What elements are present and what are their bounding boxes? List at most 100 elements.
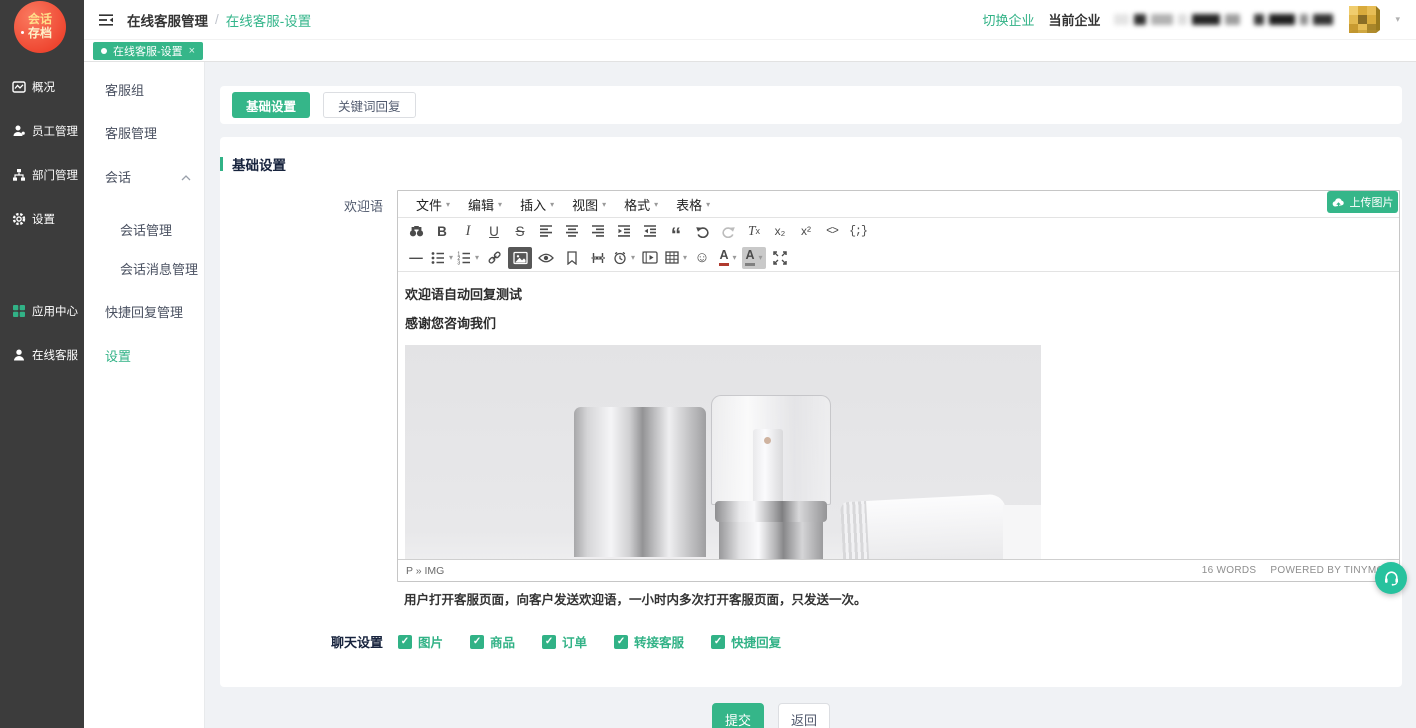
menu-view[interactable]: 视图 (563, 195, 615, 214)
open-page-tab[interactable]: 在线客服-设置 (93, 42, 203, 60)
primary-sidebar: 会话 存档 概况 员工管理 部门管理 设置 应用中心 在线客服 (0, 0, 84, 728)
submenu-item-service-management[interactable]: 客服管理 (105, 125, 157, 143)
media-icon (642, 251, 658, 264)
indent-button[interactable] (638, 220, 662, 242)
submenu-item-settings[interactable]: 设置 (105, 348, 131, 366)
strikethrough-button[interactable]: S (508, 220, 532, 242)
welcome-text-line[interactable]: 感谢您咨询我们 (405, 313, 1399, 332)
image-icon (513, 251, 528, 265)
image-button[interactable] (508, 247, 532, 269)
page-break-button[interactable] (586, 247, 610, 269)
fullscreen-button[interactable] (768, 247, 792, 269)
switch-company-link[interactable]: 切换企业 (982, 10, 1034, 29)
user-menu-caret-icon[interactable]: ▾ (1395, 14, 1400, 25)
cosmetic-tube (840, 494, 1009, 559)
chat-option-label: 图片 (418, 632, 443, 651)
find-replace-button[interactable] (404, 220, 428, 242)
sidebar-item-label: 员工管理 (32, 123, 78, 139)
underline-button[interactable]: U (482, 220, 506, 242)
welcome-message-image[interactable] (405, 345, 1041, 559)
welcome-text-line[interactable]: 欢迎语自动回复测试 (405, 284, 1399, 303)
sidebar-item-settings[interactable]: 设置 (0, 209, 84, 229)
clear-formatting-t: T (748, 223, 756, 239)
checkbox-checked-icon[interactable] (711, 635, 725, 649)
outdent-button[interactable] (612, 220, 636, 242)
cosmetic-box (1003, 505, 1041, 559)
link-button[interactable] (482, 247, 506, 269)
subscript-button[interactable]: x₂ (768, 220, 792, 242)
submenu-item-service-groups[interactable]: 客服组 (105, 82, 144, 100)
bullet-list-button[interactable] (430, 247, 454, 269)
checkbox-checked-icon[interactable] (542, 635, 556, 649)
collapse-sidebar-icon[interactable] (98, 13, 114, 27)
text-color-button[interactable]: A (716, 247, 740, 269)
blockquote-button[interactable]: “ (664, 220, 688, 242)
chat-option-transfer[interactable]: 转接客服 (614, 632, 684, 651)
submenu-item-quick-reply-management[interactable]: 快捷回复管理 (105, 304, 183, 322)
tinymce-branding[interactable]: POWERED BY TINYMCE (1270, 565, 1391, 576)
chevron-up-icon[interactable] (181, 175, 191, 181)
submenu-item-session-message-management[interactable]: 会话消息管理 (120, 261, 198, 279)
tab-keyword-reply[interactable]: 关键词回复 (323, 92, 416, 118)
sidebar-item-app-center[interactable]: 应用中心 (0, 301, 84, 321)
menu-table[interactable]: 表格 (667, 195, 719, 214)
submit-button[interactable]: 提交 (712, 703, 764, 728)
breadcrumb-root[interactable]: 在线客服管理 (127, 10, 208, 30)
checkbox-checked-icon[interactable] (398, 635, 412, 649)
align-center-button[interactable] (560, 220, 584, 242)
background-color-button[interactable]: A (742, 247, 766, 269)
sidebar-item-departments[interactable]: 部门管理 (0, 165, 84, 185)
code-button[interactable]: <> (820, 220, 844, 242)
tab-close-icon[interactable] (189, 45, 195, 57)
employees-icon (12, 124, 26, 138)
table-button[interactable] (664, 247, 688, 269)
align-right-button[interactable] (586, 220, 610, 242)
secondary-sidebar: 客服组 客服管理 会话 会话管理 会话消息管理 快捷回复管理 设置 (84, 62, 205, 728)
checkbox-checked-icon[interactable] (614, 635, 628, 649)
submenu-item-sessions[interactable]: 会话 (105, 169, 131, 187)
sidebar-item-online-service[interactable]: 在线客服 (0, 345, 84, 365)
sidebar-item-overview[interactable]: 概况 (0, 77, 84, 97)
chat-option-quick-reply[interactable]: 快捷回复 (711, 632, 781, 651)
sidebar-item-label: 概况 (32, 79, 55, 95)
chat-option-label: 订单 (562, 632, 587, 651)
bold-button[interactable]: B (430, 220, 454, 242)
checkbox-checked-icon[interactable] (470, 635, 484, 649)
insert-datetime-button[interactable] (612, 247, 636, 269)
align-left-button[interactable] (534, 220, 558, 242)
submenu-item-session-management[interactable]: 会话管理 (120, 222, 172, 240)
emoticons-button[interactable]: ☺ (690, 247, 714, 269)
code-sample-button[interactable]: {;} (846, 220, 870, 242)
chat-option-order[interactable]: 订单 (542, 632, 587, 651)
editor-content-area[interactable]: 欢迎语自动回复测试 感谢您咨询我们 (398, 271, 1399, 559)
menu-edit[interactable]: 编辑 (459, 195, 511, 214)
back-button[interactable]: 返回 (778, 703, 830, 728)
customer-service-float-button[interactable] (1375, 562, 1407, 594)
superscript-button[interactable]: x² (794, 220, 818, 242)
upload-image-button[interactable]: 上传图片 (1327, 191, 1398, 213)
tab-basic-settings[interactable]: 基础设置 (232, 92, 310, 118)
chat-option-product[interactable]: 商品 (470, 632, 515, 651)
chat-option-image[interactable]: 图片 (398, 632, 443, 651)
anchor-button[interactable] (560, 247, 584, 269)
clear-formatting-button[interactable]: Tx (742, 220, 766, 242)
italic-button[interactable]: I (456, 220, 480, 242)
menu-insert[interactable]: 插入 (511, 195, 563, 214)
headset-icon (1383, 570, 1400, 586)
media-button[interactable] (638, 247, 662, 269)
avatar[interactable] (1347, 4, 1381, 36)
menu-file[interactable]: 文件 (407, 195, 459, 214)
chat-settings-row: 聊天设置 图片 商品 订单 转接客服 快捷回复 (220, 632, 1402, 651)
numbered-list-button[interactable]: 123 (456, 247, 480, 269)
redacted-user-name (1254, 14, 1333, 25)
word-count[interactable]: 16 WORDS (1202, 565, 1257, 576)
element-path[interactable]: P » IMG (406, 565, 444, 577)
horizontal-rule-button[interactable]: — (404, 247, 428, 269)
undo-button[interactable] (690, 220, 714, 242)
sidebar-item-employees[interactable]: 员工管理 (0, 121, 84, 141)
breadcrumb-separator: / (215, 12, 219, 27)
menu-format[interactable]: 格式 (615, 195, 667, 214)
redo-button[interactable] (716, 220, 740, 242)
preview-button[interactable] (534, 247, 558, 269)
welcome-helper-text: 用户打开客服页面，向客户发送欢迎语，一小时内多次打开客服页面，只发送一次。 (404, 589, 867, 608)
